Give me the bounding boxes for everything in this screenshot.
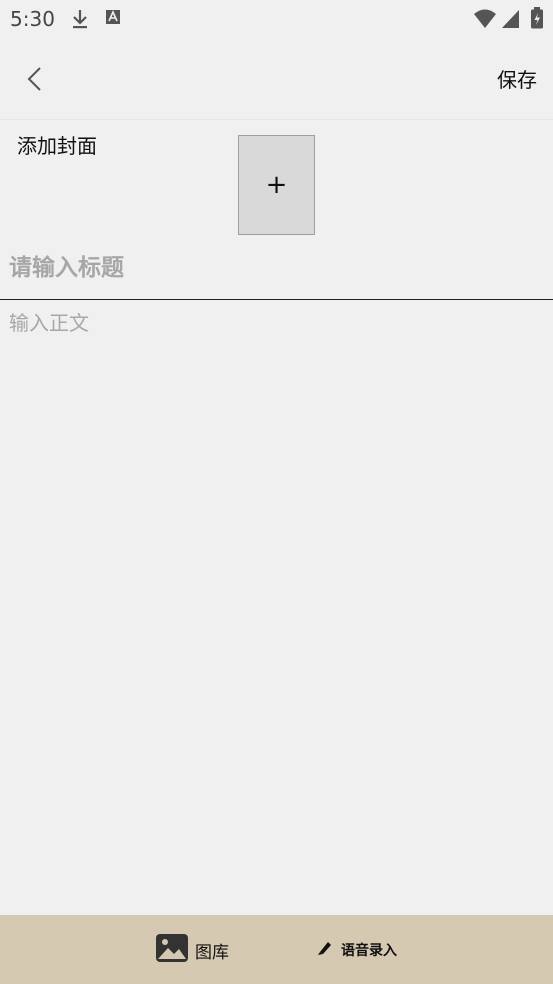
back-button[interactable] [16, 60, 54, 98]
gallery-label: 图库 [195, 942, 229, 963]
title-underline [0, 299, 553, 300]
status-bar: 5:30 [0, 0, 553, 38]
battery-icon [530, 7, 544, 33]
add-cover-button[interactable]: + [238, 135, 315, 235]
cover-label: 添加封面 [17, 134, 97, 158]
plus-icon: + [265, 170, 288, 200]
editor-screen: 5:30 保存 添加封面 + 请输入标题 输入正文 图库 语音录入 [0, 0, 553, 984]
app-bar-divider [0, 119, 553, 120]
image-icon [155, 933, 189, 967]
body-input[interactable] [9, 307, 544, 907]
title-input[interactable] [9, 246, 544, 290]
save-button[interactable]: 保存 [497, 64, 537, 93]
bottom-toolbar: 图库 语音录入 [0, 915, 553, 984]
gallery-button[interactable]: 图库 [155, 934, 229, 966]
signal-icon [501, 9, 521, 33]
voice-input-button[interactable]: 语音录入 [317, 939, 397, 961]
app-bar: 保存 [0, 38, 553, 120]
status-time: 5:30 [10, 7, 55, 31]
a-notification-icon [105, 8, 121, 30]
wifi-icon [473, 9, 497, 33]
pen-icon [317, 940, 333, 960]
chevron-left-icon [16, 67, 54, 102]
download-icon [70, 8, 90, 34]
voice-input-label: 语音录入 [341, 943, 397, 959]
